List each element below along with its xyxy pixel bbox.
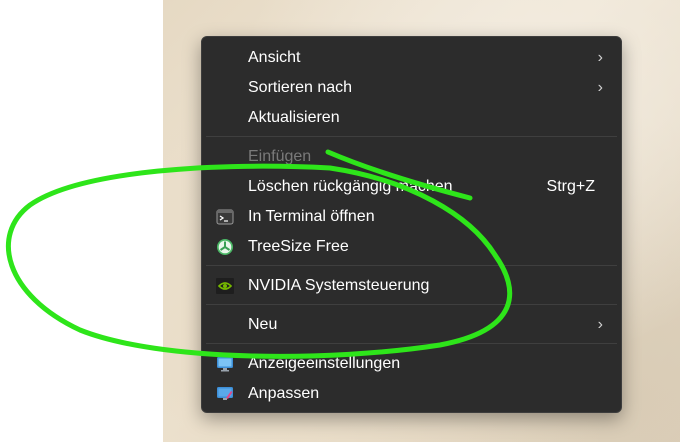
menu-item-einfuegen: Einfügen	[206, 143, 617, 171]
menu-item-ansicht[interactable]: Ansicht ›	[206, 44, 617, 72]
menu-item-label: Aktualisieren	[248, 109, 340, 126]
menu-item-sortieren-nach[interactable]: Sortieren nach ›	[206, 74, 617, 102]
display-settings-icon	[216, 355, 234, 373]
menu-item-loeschen-rueckgaengig[interactable]: Löschen rückgängig machen Strg+Z	[206, 173, 617, 201]
menu-item-label: NVIDIA Systemsteuerung	[248, 277, 430, 294]
menu-item-label: Neu	[248, 316, 278, 333]
chevron-right-icon: ›	[597, 316, 603, 333]
menu-item-anzeigeeinstellungen[interactable]: Anzeigeeinstellungen	[206, 350, 617, 378]
menu-item-label: Löschen rückgängig machen	[248, 178, 453, 195]
menu-item-neu[interactable]: Neu ›	[206, 311, 617, 339]
menu-item-label: Ansicht	[248, 49, 301, 66]
desktop-context-menu: Ansicht › Sortieren nach › Aktualisieren…	[201, 36, 622, 413]
menu-item-label: In Terminal öffnen	[248, 208, 375, 225]
nvidia-icon	[216, 277, 234, 295]
menu-item-in-terminal-oeffnen[interactable]: In Terminal öffnen	[206, 203, 617, 231]
chevron-right-icon: ›	[597, 49, 603, 66]
menu-item-treesize-free[interactable]: TreeSize Free	[206, 233, 617, 261]
treesize-icon	[216, 238, 234, 256]
blank-area	[0, 0, 163, 442]
menu-separator	[206, 265, 617, 266]
personalize-icon	[216, 385, 234, 403]
menu-item-aktualisieren[interactable]: Aktualisieren	[206, 104, 617, 132]
menu-item-label: TreeSize Free	[248, 238, 349, 255]
shortcut-label: Strg+Z	[546, 178, 595, 195]
menu-item-label: Anzeigeeinstellungen	[248, 355, 401, 372]
menu-item-nvidia-systemsteuerung[interactable]: NVIDIA Systemsteuerung	[206, 272, 617, 300]
terminal-icon	[216, 208, 234, 226]
menu-item-label: Anpassen	[248, 385, 320, 402]
menu-item-label: Sortieren nach	[248, 79, 353, 96]
menu-separator	[206, 304, 617, 305]
menu-separator	[206, 343, 617, 344]
chevron-right-icon: ›	[597, 79, 603, 96]
menu-separator	[206, 136, 617, 137]
menu-item-anpassen[interactable]: Anpassen	[206, 380, 617, 408]
menu-item-label: Einfügen	[248, 148, 312, 165]
